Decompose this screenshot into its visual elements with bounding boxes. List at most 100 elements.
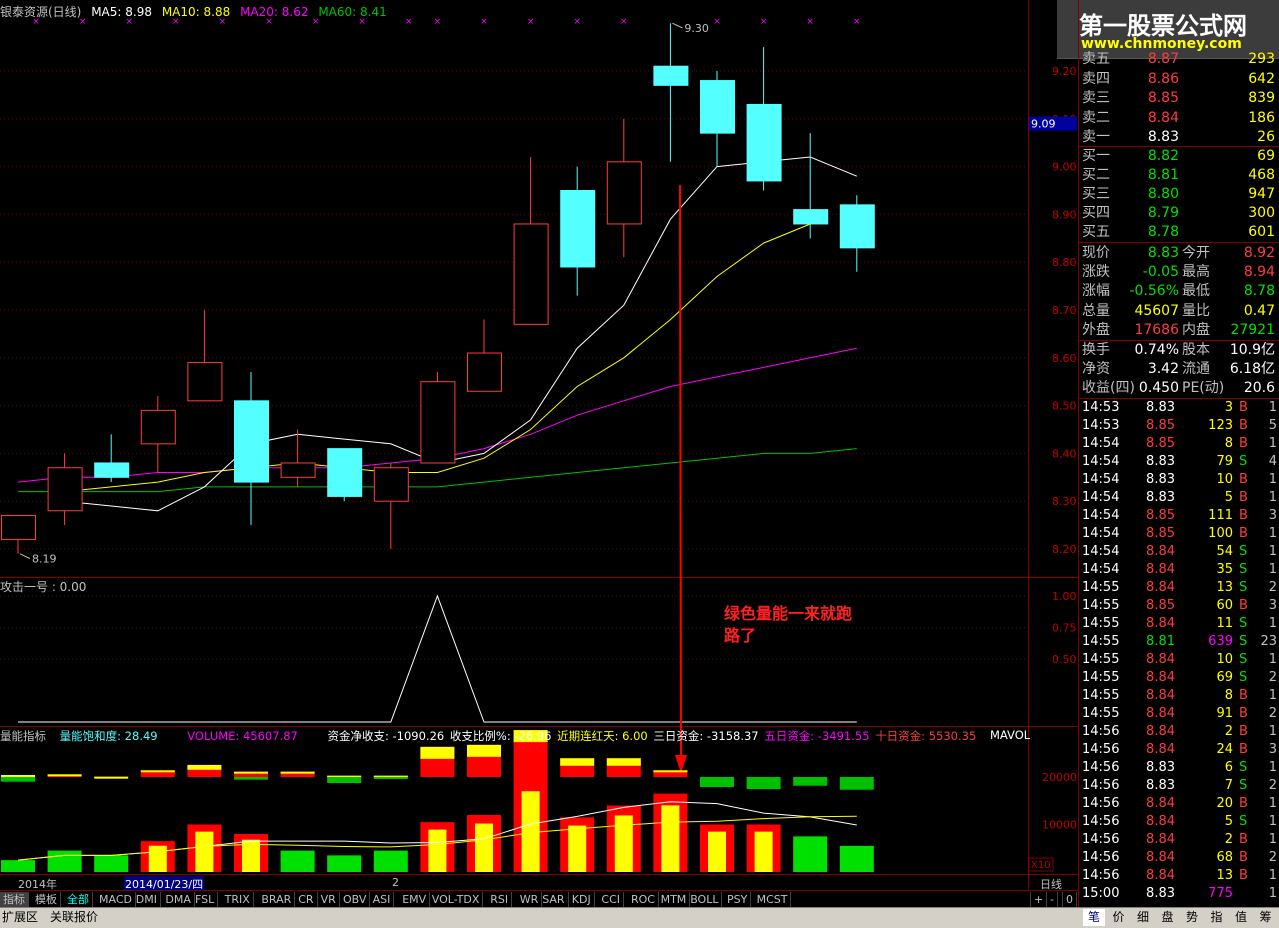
- candle-body[interactable]: [514, 224, 548, 324]
- indicator-tab-boll[interactable]: BOLL: [687, 892, 722, 907]
- candle-body[interactable]: [654, 66, 688, 85]
- money-inflow-top: [420, 747, 454, 759]
- tick-side: S: [1239, 615, 1247, 633]
- indicator-tab-obv[interactable]: OBV: [340, 892, 370, 907]
- candle-body[interactable]: [281, 463, 315, 477]
- volume-bar[interactable]: [374, 851, 408, 872]
- money-inflow-top: [607, 758, 641, 766]
- candle-body[interactable]: [701, 81, 735, 134]
- tick-count: 1: [1249, 525, 1277, 543]
- volume-bar[interactable]: [1, 860, 35, 872]
- tab-price[interactable]: 价: [1108, 909, 1130, 926]
- nav-reset-button[interactable]: 0: [1062, 892, 1077, 907]
- bid-label: 买三: [1082, 185, 1110, 204]
- nav-minus-button[interactable]: -: [1046, 892, 1058, 907]
- kline-chart-area[interactable]: 9.209.109.008.908.808.708.608.508.408.30…: [0, 0, 1079, 890]
- money-outflow-bar[interactable]: [700, 777, 734, 787]
- money-outflow-bar[interactable]: [747, 777, 781, 789]
- tab-index[interactable]: 指: [1206, 909, 1228, 926]
- tick-row: 14:548.835B1: [1079, 489, 1279, 507]
- price-axis-tick: 8.40: [1052, 447, 1077, 460]
- indicator-tab-asi[interactable]: ASI: [370, 892, 395, 907]
- info-label: 净资: [1082, 360, 1110, 379]
- tab-extension-area[interactable]: 扩展区: [2, 909, 38, 926]
- candle-body[interactable]: [468, 353, 502, 391]
- money-outflow-bar[interactable]: [793, 777, 827, 786]
- tick-count: 2: [1249, 579, 1277, 597]
- indicator-tab-mtm[interactable]: MTM: [658, 892, 691, 907]
- candle-body[interactable]: [95, 463, 129, 477]
- money-outflow-bar[interactable]: [1, 777, 35, 782]
- volume-bar[interactable]: [48, 851, 82, 872]
- candle-body[interactable]: [840, 205, 874, 248]
- candle-body[interactable]: [141, 410, 175, 443]
- indicator-tab-rsi[interactable]: RSI: [487, 892, 512, 907]
- kline-chart-svg[interactable]: 9.209.109.008.908.808.708.608.508.408.30…: [0, 0, 1079, 890]
- candle-body[interactable]: [188, 363, 222, 401]
- indicator-tab-brar[interactable]: BRAR: [258, 892, 295, 907]
- indicator-tab-sar[interactable]: SAR: [539, 892, 568, 907]
- indicator-tab-roc[interactable]: ROC: [628, 892, 659, 907]
- ask-label: 卖二: [1082, 109, 1110, 128]
- tick-volume: 10: [1189, 651, 1233, 669]
- bid-price: 8.79: [1139, 204, 1179, 223]
- tick-row: 14:558.8411S1: [1079, 615, 1279, 633]
- tab-ticks[interactable]: 笔: [1083, 909, 1105, 926]
- candle-body[interactable]: [747, 104, 781, 180]
- indicator-tab-模板[interactable]: 模板: [32, 892, 61, 907]
- tick-count: 1: [1249, 471, 1277, 489]
- candle-body[interactable]: [2, 516, 36, 540]
- volume-bar[interactable]: [793, 836, 827, 872]
- candle-body[interactable]: [48, 468, 82, 511]
- tab-trend[interactable]: 势: [1181, 909, 1203, 926]
- nav-plus-button[interactable]: +: [1030, 892, 1047, 907]
- indicator-tab-cci[interactable]: CCI: [598, 892, 624, 907]
- money-outflow-bar[interactable]: [327, 777, 361, 783]
- indicator-tab-psy[interactable]: PSY: [724, 892, 751, 907]
- volume-bar[interactable]: [840, 846, 874, 872]
- ask-label: 卖五: [1082, 50, 1110, 69]
- candle-body[interactable]: [561, 191, 595, 267]
- price-axis-tick: 8.50: [1052, 400, 1077, 413]
- candle-body[interactable]: [421, 382, 455, 463]
- indicator-tab-vr[interactable]: VR: [318, 892, 340, 907]
- candle-body[interactable]: [328, 449, 362, 497]
- money-outflow-bar[interactable]: [374, 777, 408, 779]
- volume-bar[interactable]: [94, 855, 128, 872]
- indicator-tab-macd[interactable]: MACD: [96, 892, 136, 907]
- tick-count: 4: [1249, 453, 1277, 471]
- candle-body[interactable]: [374, 468, 408, 501]
- indicator-tab-cr[interactable]: CR: [295, 892, 317, 907]
- tick-row: 14:558.8469S2: [1079, 669, 1279, 687]
- info-label: 换手: [1082, 341, 1110, 360]
- annotation-line-2: 路了: [724, 625, 852, 647]
- volume-bar[interactable]: [327, 855, 361, 872]
- tick-side: B: [1239, 705, 1248, 723]
- indicator-tab-全部[interactable]: 全部: [64, 892, 93, 907]
- indicator-tab-mcst[interactable]: MCST: [754, 892, 792, 907]
- candle-body[interactable]: [607, 162, 641, 224]
- tab-detail[interactable]: 细: [1132, 909, 1154, 926]
- tab-chips[interactable]: 筹: [1255, 909, 1277, 926]
- indicator-tab-kdj[interactable]: KDJ: [569, 892, 595, 907]
- indicator-tab-emv[interactable]: EMV: [399, 892, 430, 907]
- tick-count: 1: [1249, 543, 1277, 561]
- volume-bar[interactable]: [281, 851, 315, 872]
- net-flow-value: 资金净收支: -1090.26: [327, 729, 444, 743]
- money-outflow-bar[interactable]: [840, 777, 874, 790]
- indicator-tab-vol-tdx[interactable]: VOL-TDX: [429, 892, 484, 907]
- ten-day-value: 十日资金: 5530.35: [875, 729, 976, 743]
- indicator-tab-trix[interactable]: TRIX: [222, 892, 254, 907]
- candle-body[interactable]: [794, 210, 828, 224]
- tab-related-quotes[interactable]: 关联报价: [50, 909, 98, 926]
- tab-value[interactable]: 值: [1230, 909, 1252, 926]
- indicator-tab-dmi[interactable]: DMI: [133, 892, 161, 907]
- tab-book[interactable]: 盘: [1157, 909, 1179, 926]
- indicator-tab-dma[interactable]: DMA: [162, 892, 195, 907]
- tick-row: 14:548.8454S1: [1079, 543, 1279, 561]
- indicator-tab-fsl[interactable]: FSL: [192, 892, 218, 907]
- money-outflow-bar[interactable]: [234, 777, 268, 780]
- indicator-tab-指标[interactable]: 指标: [0, 892, 29, 907]
- candle-body[interactable]: [235, 401, 269, 482]
- ask-volume: 186: [1199, 109, 1275, 128]
